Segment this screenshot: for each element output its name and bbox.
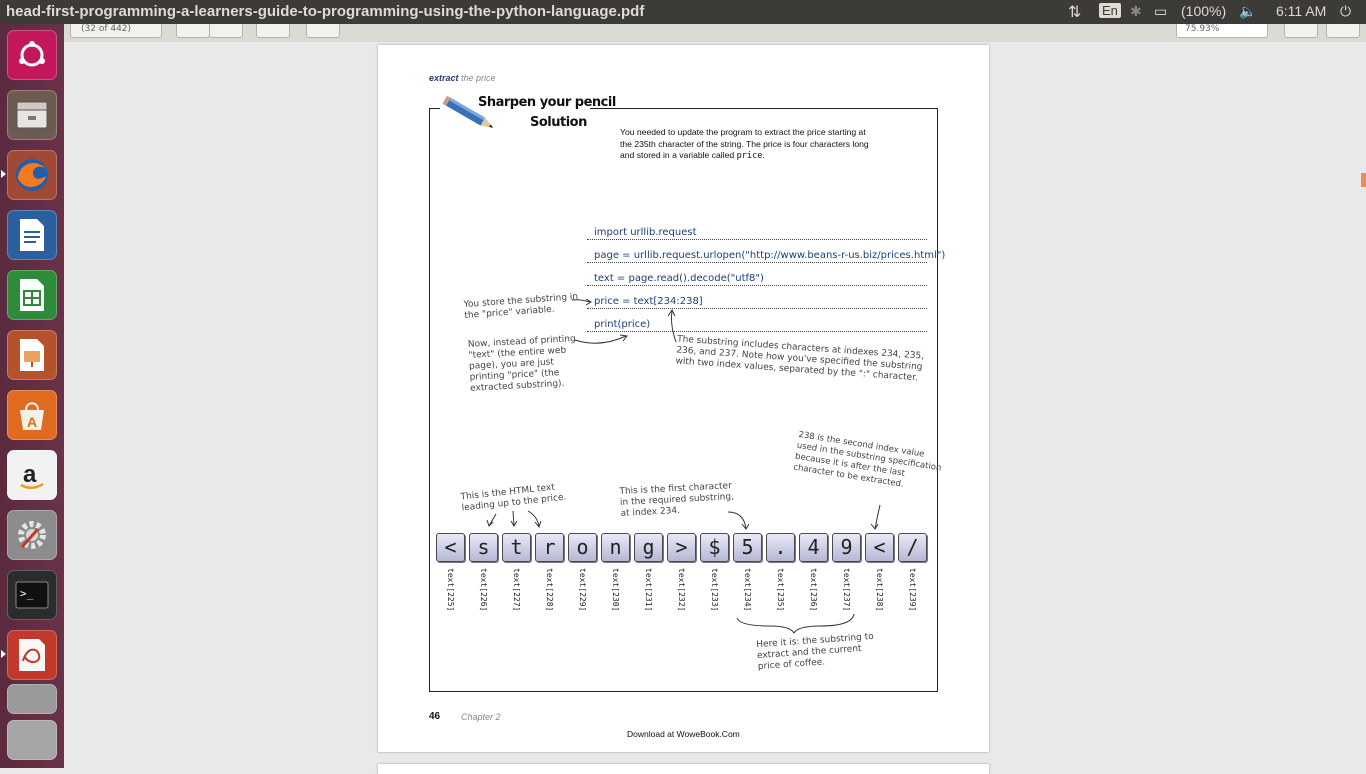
page-number: 46 [429, 711, 441, 722]
char-index-label: text[231] [644, 568, 653, 612]
char-key: 9 [832, 533, 861, 562]
char-index-label: text[227] [512, 568, 521, 612]
char-key: > [667, 533, 696, 562]
char-index-label: text[229] [578, 568, 587, 612]
char-key: . [766, 533, 795, 562]
char-key: o [568, 533, 597, 562]
char-key: s [469, 533, 498, 562]
char-index-label: text[233] [710, 568, 719, 612]
char-key: 5 [733, 533, 762, 562]
download-footer: Download at WoweBook.Com [627, 729, 740, 739]
char-index-label: text[228] [545, 568, 554, 612]
char-index-label: text[237] [842, 568, 851, 612]
char-key: r [535, 533, 564, 562]
arrow [727, 511, 747, 530]
char-index-label: text[236] [809, 568, 818, 612]
char-key: / [898, 533, 927, 562]
char-key: g [634, 533, 663, 562]
char-index-label: text[226] [479, 568, 488, 612]
char-key: n [601, 533, 630, 562]
char-key: 4 [799, 533, 828, 562]
arrow [488, 513, 497, 527]
char-index-label: text[234] [743, 568, 752, 612]
char-key: t [502, 533, 531, 562]
char-key: < [436, 533, 465, 562]
arrow [574, 335, 627, 344]
char-index-label: text[225] [446, 568, 455, 612]
arrow [527, 510, 540, 527]
annotation-arrows [486, 298, 881, 635]
brace [736, 613, 855, 635]
chapter-label: Chapter 2 [461, 712, 501, 722]
char-key: < [865, 533, 894, 562]
char-index-label: text[235] [776, 568, 785, 612]
char-index-label: text[238] [875, 568, 884, 612]
char-key: $ [700, 533, 729, 562]
char-index-label: text[239] [908, 568, 917, 612]
char-index-label: text[232] [677, 568, 686, 612]
char-index-label: text[230] [611, 568, 620, 612]
